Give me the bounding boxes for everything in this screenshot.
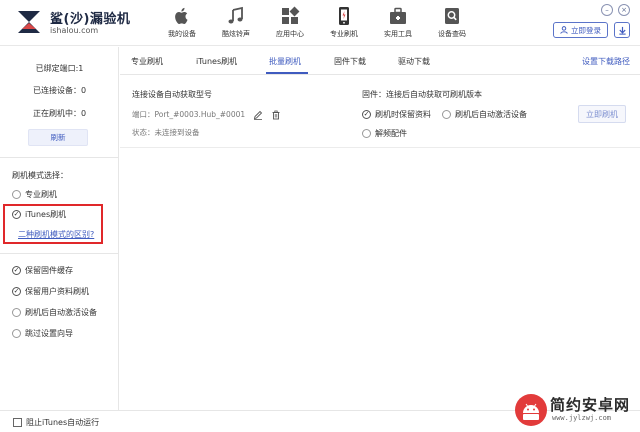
nav-label: 设备查码	[438, 30, 466, 38]
nav-label: 应用中心	[276, 30, 304, 38]
status-row: 状态：未连接到设备	[132, 127, 200, 138]
active-tab-indicator	[266, 72, 308, 74]
nav-ringtones[interactable]: 酷炫铃声	[209, 0, 263, 46]
auto-activate-option-label: 刷机后自动激活设备	[455, 110, 527, 119]
check-icon: ✓	[362, 110, 371, 119]
firmware-value: 连接后自动获取可刷机版本	[386, 90, 482, 99]
block-itunes-label: 阻止iTunes自动运行	[26, 418, 100, 427]
login-label: 立即登录	[571, 25, 601, 35]
row-divider	[120, 147, 640, 148]
tab-pro-flash[interactable]: 专业刷机	[131, 56, 163, 67]
unbrick-option[interactable]: 解频配件	[362, 128, 407, 139]
unbrick-label: 解频配件	[375, 129, 407, 138]
check-icon: ✓	[12, 266, 21, 275]
refresh-button[interactable]: 刷新	[28, 129, 88, 146]
delete-icon[interactable]	[271, 110, 281, 120]
firmware-label: 固件：	[362, 90, 386, 99]
app-title: 鲨(沙)漏验机	[50, 12, 131, 27]
sidebar-divider	[0, 253, 119, 254]
nav-label: 我的设备	[168, 30, 196, 38]
close-button[interactable]: ×	[618, 4, 630, 16]
auto-model-title: 连接设备自动获取型号	[132, 90, 212, 99]
auto-activate-option[interactable]: 刷机后自动激活设备	[442, 109, 527, 120]
flash-mode-title: 刷机模式选择：	[12, 171, 68, 180]
download-icon	[618, 26, 626, 35]
watermark: 简约安卓网 www.jylzwj.com	[514, 392, 638, 430]
flash-now-button[interactable]: 立即刷机	[578, 105, 626, 123]
status-value: 未连接到设备	[154, 128, 200, 137]
nav-my-device[interactable]: 我的设备	[155, 0, 209, 46]
header-actions: 立即登录	[553, 22, 630, 38]
minimize-button[interactable]: –	[601, 4, 613, 16]
tab-bar: 专业刷机 iTunes刷机 批量刷机 固件下载 驱动下载 设置下载路径	[120, 47, 640, 75]
watermark-title: 简约安卓网	[550, 396, 631, 414]
nav-label: 酷炫铃声	[222, 30, 250, 38]
port-label: 端口：	[132, 110, 155, 119]
keep-user-data-checkbox[interactable]: ✓ 保留用户资料刷机	[12, 286, 89, 297]
radio-unchecked-icon	[12, 190, 21, 199]
user-icon	[560, 26, 568, 34]
keep-data-label: 刷机时保留资料	[375, 110, 431, 119]
nav-label: 实用工具	[384, 30, 412, 38]
tab-driver-download[interactable]: 驱动下载	[398, 56, 430, 67]
auto-activate-checkbox[interactable]: 刷机后自动激活设备	[12, 307, 97, 318]
radio-unchecked-icon	[12, 329, 21, 338]
tab-batch-flash[interactable]: 批量刷机	[269, 56, 301, 67]
block-itunes-checkbox[interactable]: 阻止iTunes自动运行	[13, 417, 99, 428]
tab-firmware-download[interactable]: 固件下载	[334, 56, 366, 67]
status-label: 状态：	[132, 128, 155, 137]
nav-tools[interactable]: 实用工具	[371, 0, 425, 46]
sidebar: 已绑定端口:1 已连接设备：0 正在刷机中：0 刷新 刷机模式选择： 专业刷机 …	[0, 47, 119, 410]
app-logo-icon	[18, 11, 40, 33]
connected-devices-count: 已连接设备：0	[32, 86, 87, 95]
radio-unchecked-icon	[442, 110, 451, 119]
nav-label: 专业刷机	[330, 30, 358, 38]
apple-icon	[175, 7, 188, 25]
toolbox-icon	[390, 7, 406, 24]
nav-device-lookup[interactable]: 设备查码	[425, 0, 479, 46]
checkbox-unchecked-icon	[13, 418, 22, 427]
auto-activate-label: 刷机后自动激活设备	[25, 308, 97, 317]
tab-itunes-flash[interactable]: iTunes刷机	[196, 56, 237, 67]
bound-ports-count: 已绑定端口:1	[35, 64, 84, 73]
sidebar-divider	[0, 157, 119, 158]
flashing-count: 正在刷机中：0	[32, 109, 87, 118]
phone-flash-icon	[339, 7, 349, 25]
radio-unchecked-icon	[362, 129, 371, 138]
port-info: 端口：Port_#0003.Hub_#0001	[132, 109, 245, 120]
top-header: 鲨(沙)漏验机 ishalou.com 我的设备 酷炫铃声 应用中心 专业刷机 …	[0, 0, 640, 46]
port-value: Port_#0003.Hub_#0001	[154, 110, 246, 119]
mode-pro-radio[interactable]: 专业刷机	[12, 189, 57, 200]
search-icon	[445, 8, 459, 24]
window-controls: – ×	[601, 4, 630, 16]
download-button[interactable]	[614, 22, 630, 38]
apps-grid-icon	[282, 6, 300, 24]
keep-firmware-cache-label: 保留固件缓存	[25, 266, 73, 275]
edit-icon[interactable]	[253, 110, 263, 120]
mode-pro-label: 专业刷机	[25, 190, 57, 199]
port-row: 端口：Port_#0003.Hub_#0001	[132, 109, 281, 120]
skip-setup-checkbox[interactable]: 跳过设置向导	[12, 328, 73, 339]
main-nav: 我的设备 酷炫铃声 应用中心 专业刷机 实用工具 设备查码	[155, 0, 479, 46]
nav-app-center[interactable]: 应用中心	[263, 0, 317, 46]
keep-user-data-label: 保留用户资料刷机	[25, 287, 89, 296]
nav-pro-flash[interactable]: 专业刷机	[317, 0, 371, 46]
highlight-annotation-box	[3, 204, 103, 244]
check-icon: ✓	[12, 287, 21, 296]
set-download-path-link[interactable]: 设置下载路径	[582, 56, 630, 67]
android-logo-icon	[515, 394, 547, 426]
skip-setup-label: 跳过设置向导	[25, 329, 73, 338]
music-note-icon	[228, 6, 243, 24]
watermark-url: www.jylzwj.com	[552, 414, 612, 422]
keep-firmware-cache-checkbox[interactable]: ✓ 保留固件缓存	[12, 265, 73, 276]
keep-data-option[interactable]: ✓ 刷机时保留资料	[362, 109, 431, 120]
batch-flash-panel: 连接设备自动获取型号 端口：Port_#0003.Hub_#0001 状态：未连…	[120, 76, 640, 410]
firmware-info: 固件：连接后自动获取可刷机版本	[362, 89, 482, 100]
app-url: ishalou.com	[50, 26, 99, 35]
login-button[interactable]: 立即登录	[553, 22, 608, 38]
radio-unchecked-icon	[12, 308, 21, 317]
